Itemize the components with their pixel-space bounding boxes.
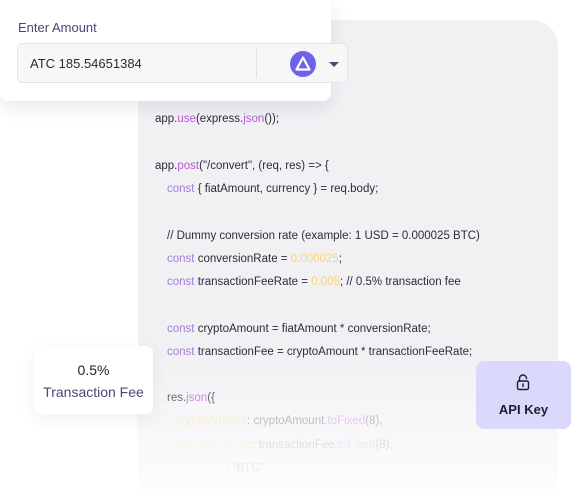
amount-input[interactable]: ATC 185.54651384 xyxy=(17,43,348,83)
code-line: cryptoAmount: cryptoAmount.toFixed(8), xyxy=(176,415,383,427)
amount-value[interactable]: ATC 185.54651384 xyxy=(30,56,142,71)
code-line: transactionFee: transactionFee.toFixed(8… xyxy=(176,439,393,451)
lock-icon xyxy=(516,374,530,391)
caret-down-icon[interactable] xyxy=(329,62,339,67)
code-line: const { fiatAmount, currency } = req.bod… xyxy=(167,183,379,195)
code-line: const transactionFeeRate = 0.005; // 0.5… xyxy=(167,276,461,288)
token-icon[interactable] xyxy=(290,51,316,77)
code-line: const cryptoAmount = fiatAmount * conver… xyxy=(167,323,431,335)
code-line: const transactionFee = cryptoAmount * tr… xyxy=(167,346,473,358)
api-key-button[interactable]: API Key xyxy=(476,361,571,429)
code-line: app.use(express.json()); xyxy=(155,113,280,125)
code-line: : "BTC" xyxy=(226,462,264,474)
amount-card: Enter Amount ATC 185.54651384 xyxy=(0,0,348,101)
code-line: res.json({ xyxy=(167,392,215,404)
amount-label: Enter Amount xyxy=(18,20,97,35)
field-divider xyxy=(256,48,257,78)
fee-value: 0.5% xyxy=(77,362,110,378)
fee-label: Transaction Fee xyxy=(43,384,144,400)
delta-triangle-icon xyxy=(295,56,311,71)
code-line: app.post("/convert", (req, res) => { xyxy=(155,160,329,172)
transaction-fee-card: 0.5% Transaction Fee xyxy=(34,346,153,414)
code-comment: // Dummy conversion rate (example: 1 USD… xyxy=(167,230,480,242)
api-key-label: API Key xyxy=(498,402,549,417)
code-line: const conversionRate = 0.000025; xyxy=(167,253,342,265)
